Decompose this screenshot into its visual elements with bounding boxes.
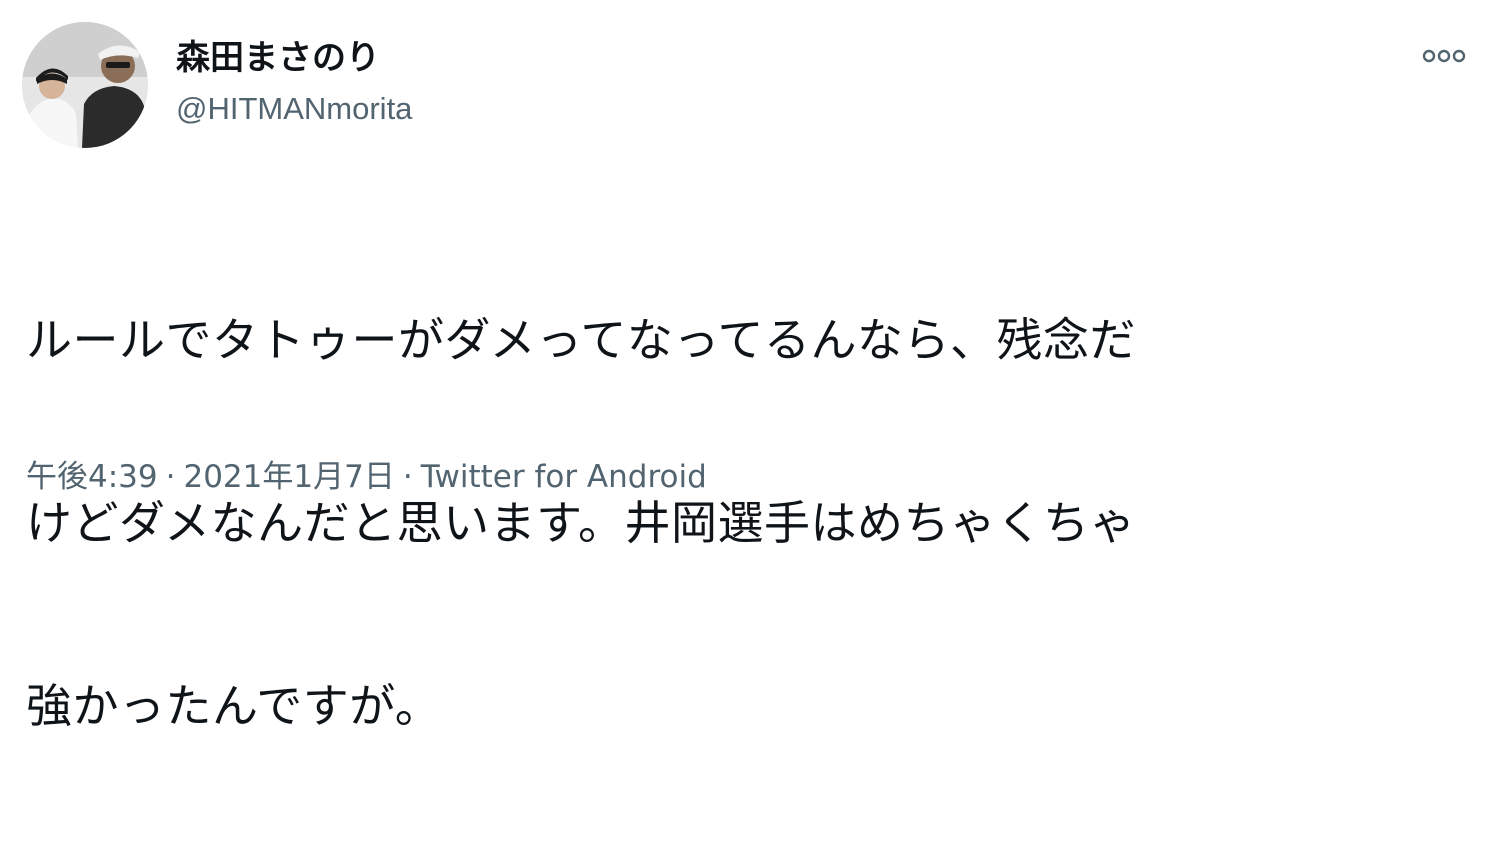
meta-separator: ·	[165, 459, 176, 495]
tweet-text-line: けどダメなんだと思います。井岡選手はめちゃくちゃ	[26, 496, 1137, 550]
meta-separator: ·	[402, 459, 413, 495]
tweet-card: 森田まさのり @HITMANmorita ルールでタトゥーがダメってなってるんな…	[0, 0, 1495, 733]
display-name[interactable]: 森田まさのり	[176, 36, 380, 80]
user-handle[interactable]: @HITMANmorita	[176, 89, 412, 129]
tweet-time[interactable]: 午後4:39	[26, 456, 158, 498]
tweet-date[interactable]: 2021年1月7日	[183, 456, 394, 498]
tweet-text-line: ルールでタトゥーがダメってなってるんなら、残念だ	[26, 313, 1137, 367]
tweet-text-line: 強かったんですが。	[26, 679, 442, 733]
tweet-text: ルールでタトゥーがダメってなってるんなら、残念だ けどダメなんだと思います。井岡…	[26, 188, 1446, 859]
tweet-meta: 午後4:39 · 2021年1月7日 · Twitter for Android	[26, 456, 707, 498]
tweet-source-link[interactable]: Twitter for Android	[421, 456, 707, 498]
avatar[interactable]	[22, 22, 148, 148]
more-options-icon[interactable]	[1418, 40, 1470, 72]
